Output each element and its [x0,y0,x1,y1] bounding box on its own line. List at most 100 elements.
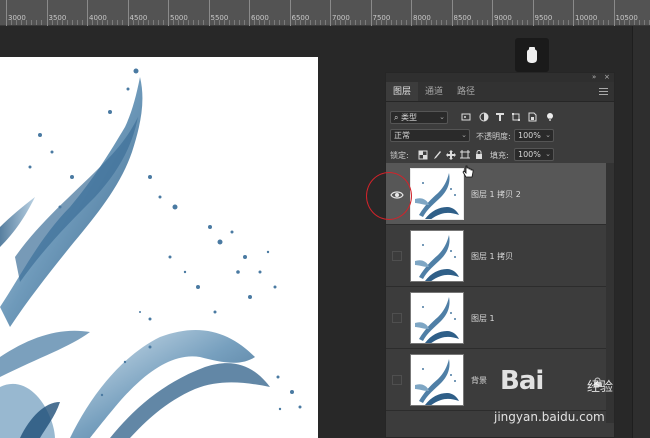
ruler-minor-tick [122,20,124,25]
ruler-minor-tick [623,20,625,25]
ruler-minor-tick [466,20,468,25]
watermark-brand: Bai [500,366,544,396]
panel-menu-icon[interactable] [599,86,608,97]
fill-value: 100% [518,150,541,159]
ruler-minor-tick [400,20,402,25]
layer-thumbnail[interactable] [410,292,464,344]
layer-name[interactable]: 图层 1 拷贝 2 [471,189,521,200]
opacity-value: 100% [518,131,541,140]
ruler-minor-tick [314,20,316,25]
watermark-url: jingyan.baidu.com [494,410,605,424]
ruler-minor-tick [380,20,382,25]
ruler-minor-tick [547,20,549,25]
ruler-minor-tick [608,20,610,25]
ruler-minor-tick [355,20,357,25]
ruler-minor-tick [254,20,256,25]
fill-field[interactable]: 100% ⌄ [514,148,554,161]
ruler-minor-tick [319,20,321,25]
ruler-minor-tick [522,20,524,25]
ruler-minor-tick [557,20,559,25]
ruler-tick [6,0,7,26]
ruler-minor-tick [178,20,180,25]
ruler-minor-tick [552,20,554,25]
ruler-minor-tick [76,20,78,25]
ruler-minor-tick [638,20,640,25]
shape-filter-icon[interactable] [510,111,521,122]
ruler-minor-tick [385,20,387,25]
lock-transparent-icon[interactable] [418,150,428,160]
ruler-minor-tick [542,20,544,25]
ruler-minor-tick [218,20,220,25]
layer-name[interactable]: 背景 [471,375,487,386]
filter-row: ⌕ 类型 ⌄ [386,108,614,127]
ruler-tick [87,0,88,26]
pixel-filter-icon[interactable] [460,111,471,122]
ruler-minor-tick [264,20,266,25]
layer-thumbnail[interactable] [410,230,464,282]
type-filter-icon[interactable] [494,111,505,122]
layer-thumbnail[interactable] [410,354,464,406]
document-canvas[interactable] [0,57,318,438]
horizontal-ruler[interactable]: 3000 3500 4000 4500 5000 5500 6000 6500 7000 7500… [0,0,650,26]
ruler-minor-tick [71,20,73,25]
lock-pixels-brush-icon[interactable] [432,150,442,160]
ruler-tick [208,0,210,26]
ruler-minor-tick [162,20,164,25]
search-icon: ⌕ [394,113,399,122]
ruler-minor-tick [628,20,630,25]
visibility-toggle-empty[interactable] [392,313,402,323]
collapse-icon[interactable]: » [592,73,596,81]
opacity-field[interactable]: 100% ⌄ [514,129,554,142]
ruler-minor-tick [471,20,473,25]
layer-row[interactable]: 图层 1 [386,287,614,349]
ruler-minor-tick [309,20,311,25]
layer-thumbnail[interactable] [410,168,464,220]
ruler-minor-tick [416,20,418,25]
ruler-minor-tick [284,20,286,25]
filter-kind-dropdown[interactable]: ⌕ 类型 ⌄ [390,111,448,124]
ruler-minor-tick [92,20,94,25]
panel-title-bar[interactable]: » × [386,73,614,82]
ruler-minor-tick [324,20,326,25]
ruler-tick [168,0,169,26]
adjustment-filter-icon[interactable] [478,111,489,122]
layer-name[interactable]: 图层 1 拷贝 [471,251,513,262]
ruler-minor-tick [643,20,645,25]
lock-all-icon[interactable] [474,150,484,160]
tab-channels[interactable]: 通道 [418,82,450,101]
lock-artboard-icon[interactable] [460,150,470,160]
close-icon[interactable]: × [604,73,610,81]
chevron-down-icon: ⌄ [439,113,445,121]
blend-mode-dropdown[interactable]: 正常 ⌄ [390,129,470,142]
smart-object-filter-icon[interactable] [526,111,537,122]
lock-position-move-icon[interactable] [446,150,456,160]
ruler-minor-tick [193,20,195,25]
ruler-minor-tick [390,20,392,25]
ruler-tick [127,0,129,26]
layer-name[interactable]: 图层 1 [471,313,495,324]
tab-paths[interactable]: 路径 [450,82,482,101]
ruler-tick [289,0,291,26]
ruler-minor-tick [375,20,377,25]
ruler-tick [46,0,48,26]
ruler-minor-tick [188,20,190,25]
ruler-minor-tick [198,20,200,25]
ruler-minor-tick [228,20,230,25]
ruler-minor-tick [147,20,149,25]
ruler-minor-tick [583,20,585,25]
visibility-toggle-empty[interactable] [392,251,402,261]
filter-toggle-icon[interactable] [544,111,555,122]
ruler-tick [532,0,534,26]
visibility-toggle-empty[interactable] [392,375,402,385]
ruler-minor-tick [36,20,38,25]
ruler-tick [451,0,453,26]
ruler-minor-tick [66,20,68,25]
ruler-tick [492,0,493,26]
tab-layers[interactable]: 图层 [386,82,419,101]
layer-row[interactable]: 图层 1 拷贝 [386,225,614,287]
layer-row[interactable]: 图层 1 拷贝 2 [386,163,614,225]
ruler-minor-tick [142,20,144,25]
hand-icon[interactable] [515,38,549,72]
ruler-tick [613,0,615,26]
ruler-minor-tick [81,20,83,25]
